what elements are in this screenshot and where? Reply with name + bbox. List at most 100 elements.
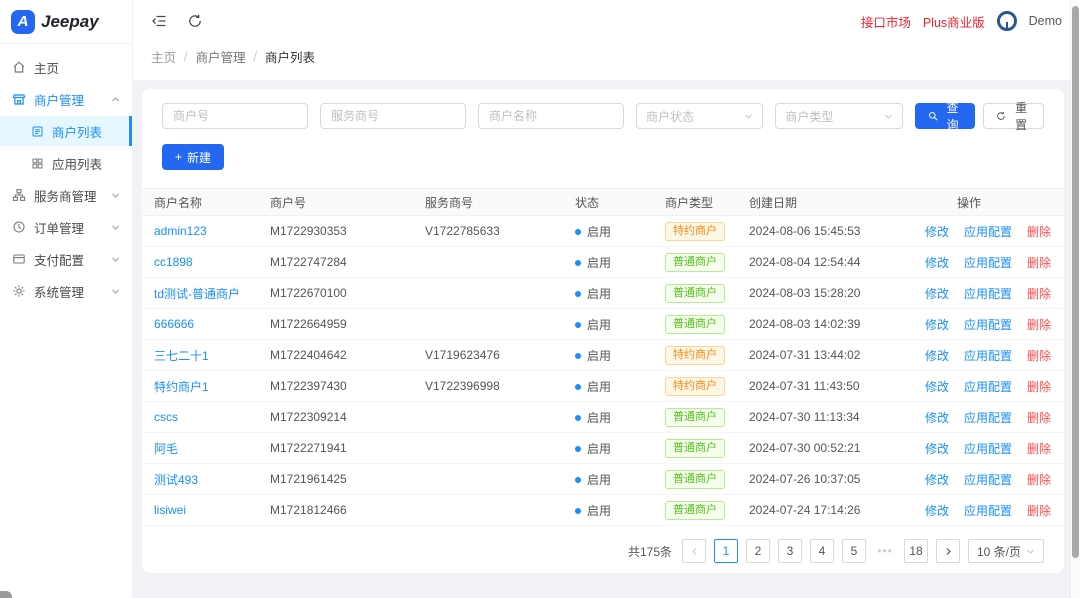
edit-link[interactable]: 修改 — [925, 349, 949, 363]
brand-name: Jeepay — [41, 11, 99, 31]
app-config-link[interactable]: 应用配置 — [964, 411, 1012, 425]
pagination-pages: 1 2 3 4 5 ••• 18 — [714, 539, 928, 563]
app-config-link[interactable]: 应用配置 — [964, 380, 1012, 394]
merchant-name-link[interactable]: admin123 — [154, 224, 207, 238]
page-button[interactable]: 2 — [746, 539, 770, 563]
sidebar-item-app-list[interactable]: 应用列表 — [0, 148, 132, 178]
isv-no-input[interactable] — [320, 103, 466, 129]
edit-link[interactable]: 修改 — [925, 318, 949, 332]
sidebar-item-home[interactable]: 主页 — [0, 52, 132, 82]
search-button[interactable]: 查询 — [914, 101, 976, 132]
edit-link[interactable]: 修改 — [925, 442, 949, 456]
sidebar-item-merchant-mgmt[interactable]: 商户管理 — [0, 84, 132, 114]
edit-link[interactable]: 修改 — [925, 504, 949, 518]
delete-link[interactable]: 删除 — [1027, 442, 1051, 456]
col-merchant-type: 商户类型 — [657, 188, 741, 216]
merchant-name-link[interactable]: 特约商户1 — [154, 380, 209, 394]
app-config-link[interactable]: 应用配置 — [964, 504, 1012, 518]
merchant-name-link[interactable]: lisiwei — [154, 503, 186, 517]
col-isv-no: 服务商号 — [417, 188, 567, 216]
sidebar-item-order-mgmt[interactable]: 订单管理 — [0, 212, 132, 242]
app-config-link[interactable]: 应用配置 — [964, 287, 1012, 301]
avatar[interactable] — [996, 11, 1017, 31]
cell-created-date: 2024-07-26 10:37:05 — [741, 463, 917, 495]
merchant-name-link[interactable]: 666666 — [154, 317, 194, 331]
page-button[interactable]: 18 — [904, 539, 928, 563]
edit-link[interactable]: 修改 — [925, 473, 949, 487]
merchant-name-link[interactable]: 三七二十1 — [154, 349, 209, 363]
merchant-name-input[interactable] — [478, 103, 624, 129]
app-config-link[interactable]: 应用配置 — [964, 349, 1012, 363]
cell-merchant-no: M1722309214 — [262, 401, 417, 433]
merchant-type-tag: 特约商户 — [665, 221, 725, 241]
merchant-no: M1722397430 — [270, 379, 347, 393]
edit-link[interactable]: 修改 — [925, 380, 949, 394]
cell-merchant-type: 普通商户 — [657, 277, 741, 309]
breadcrumb-home[interactable]: 主页 — [151, 47, 176, 66]
cell-merchant-name: 三七二十1 — [142, 339, 262, 371]
reload-icon[interactable] — [187, 13, 203, 29]
merchant-type-tag: 特约商户 — [665, 345, 725, 365]
delete-link[interactable]: 删除 — [1027, 504, 1051, 518]
jeepay-logo[interactable]: A Jeepay — [0, 0, 132, 44]
cell-merchant-name: td测试-普通商户 — [142, 277, 262, 309]
user-name[interactable]: Demo — [1029, 14, 1062, 28]
prev-page-button[interactable] — [682, 539, 706, 563]
merchant-name-link[interactable]: 阿毛 — [154, 442, 178, 456]
edit-link[interactable]: 修改 — [925, 411, 949, 425]
sidebar-item-isv-mgmt[interactable]: 服务商管理 — [0, 180, 132, 210]
pagination-total: 共175条 — [627, 544, 672, 559]
sidebar-item-merchant-list[interactable]: 商户列表 — [0, 116, 132, 146]
page-button[interactable]: 1 — [714, 539, 738, 563]
cell-merchant-name: 测试493 — [142, 463, 262, 495]
cell-merchant-type: 普通商户 — [657, 308, 741, 340]
pagination-ellipsis[interactable]: ••• — [874, 544, 896, 558]
app-config-link[interactable]: 应用配置 — [964, 473, 1012, 487]
app-config-link[interactable]: 应用配置 — [964, 442, 1012, 456]
vertical-scrollbar-thumb[interactable] — [1072, 6, 1079, 558]
cell-merchant-type: 普通商户 — [657, 246, 741, 278]
edit-link[interactable]: 修改 — [925, 287, 949, 301]
merchant-name-link[interactable]: cc1898 — [154, 255, 193, 269]
new-merchant-button[interactable]: + 新建 — [162, 144, 225, 170]
merchant-state-select[interactable]: 商户状态 — [636, 103, 764, 129]
app-config-link[interactable]: 应用配置 — [964, 318, 1012, 332]
sidebar-item-system-mgmt[interactable]: 系统管理 — [0, 276, 132, 306]
merchant-name-link[interactable]: cscs — [154, 410, 178, 424]
delete-link[interactable]: 删除 — [1027, 473, 1051, 487]
page-button[interactable]: 4 — [810, 539, 834, 563]
merchant-name-link[interactable]: 测试493 — [154, 473, 198, 487]
merchant-no-input[interactable] — [162, 103, 308, 129]
horizontal-scrollbar-thumb[interactable] — [0, 591, 12, 598]
page-button[interactable]: 3 — [778, 539, 802, 563]
delete-link[interactable]: 删除 — [1027, 287, 1051, 301]
delete-link[interactable]: 删除 — [1027, 256, 1051, 270]
sidebar-item-pay-config[interactable]: 支付配置 — [0, 244, 132, 274]
edit-link[interactable]: 修改 — [925, 256, 949, 270]
vertical-scrollbar[interactable] — [1070, 0, 1080, 598]
menu-fold-icon[interactable] — [151, 13, 167, 29]
breadcrumb-merchant-mgmt[interactable]: 商户管理 — [196, 47, 246, 66]
delete-link[interactable]: 删除 — [1027, 318, 1051, 332]
reset-button[interactable]: 重置 — [983, 101, 1044, 132]
app-config-link[interactable]: 应用配置 — [964, 225, 1012, 239]
page-button[interactable]: 5 — [842, 539, 866, 563]
delete-link[interactable]: 删除 — [1027, 411, 1051, 425]
delete-link[interactable]: 删除 — [1027, 380, 1051, 394]
merchant-name-link[interactable]: td测试-普通商户 — [154, 287, 240, 301]
delete-link[interactable]: 删除 — [1027, 225, 1051, 239]
chevron-down-icon — [744, 112, 753, 121]
api-market-link[interactable]: 接口市场 — [861, 12, 911, 31]
merchant-type-select[interactable]: 商户类型 — [775, 103, 903, 129]
next-page-button[interactable] — [936, 539, 960, 563]
select-placeholder: 商户类型 — [785, 109, 834, 124]
app-config-link[interactable]: 应用配置 — [964, 256, 1012, 270]
page-content: 商户状态 商户类型 — [133, 80, 1080, 598]
chevron-right-icon — [944, 547, 953, 556]
delete-link[interactable]: 删除 — [1027, 349, 1051, 363]
plus-edition-link[interactable]: Plus商业版 — [923, 12, 985, 31]
page-size-select[interactable]: 10 条/页 — [968, 539, 1044, 563]
edit-link[interactable]: 修改 — [925, 225, 949, 239]
cell-merchant-name: lisiwei — [142, 494, 262, 526]
cluster-icon — [12, 188, 26, 202]
